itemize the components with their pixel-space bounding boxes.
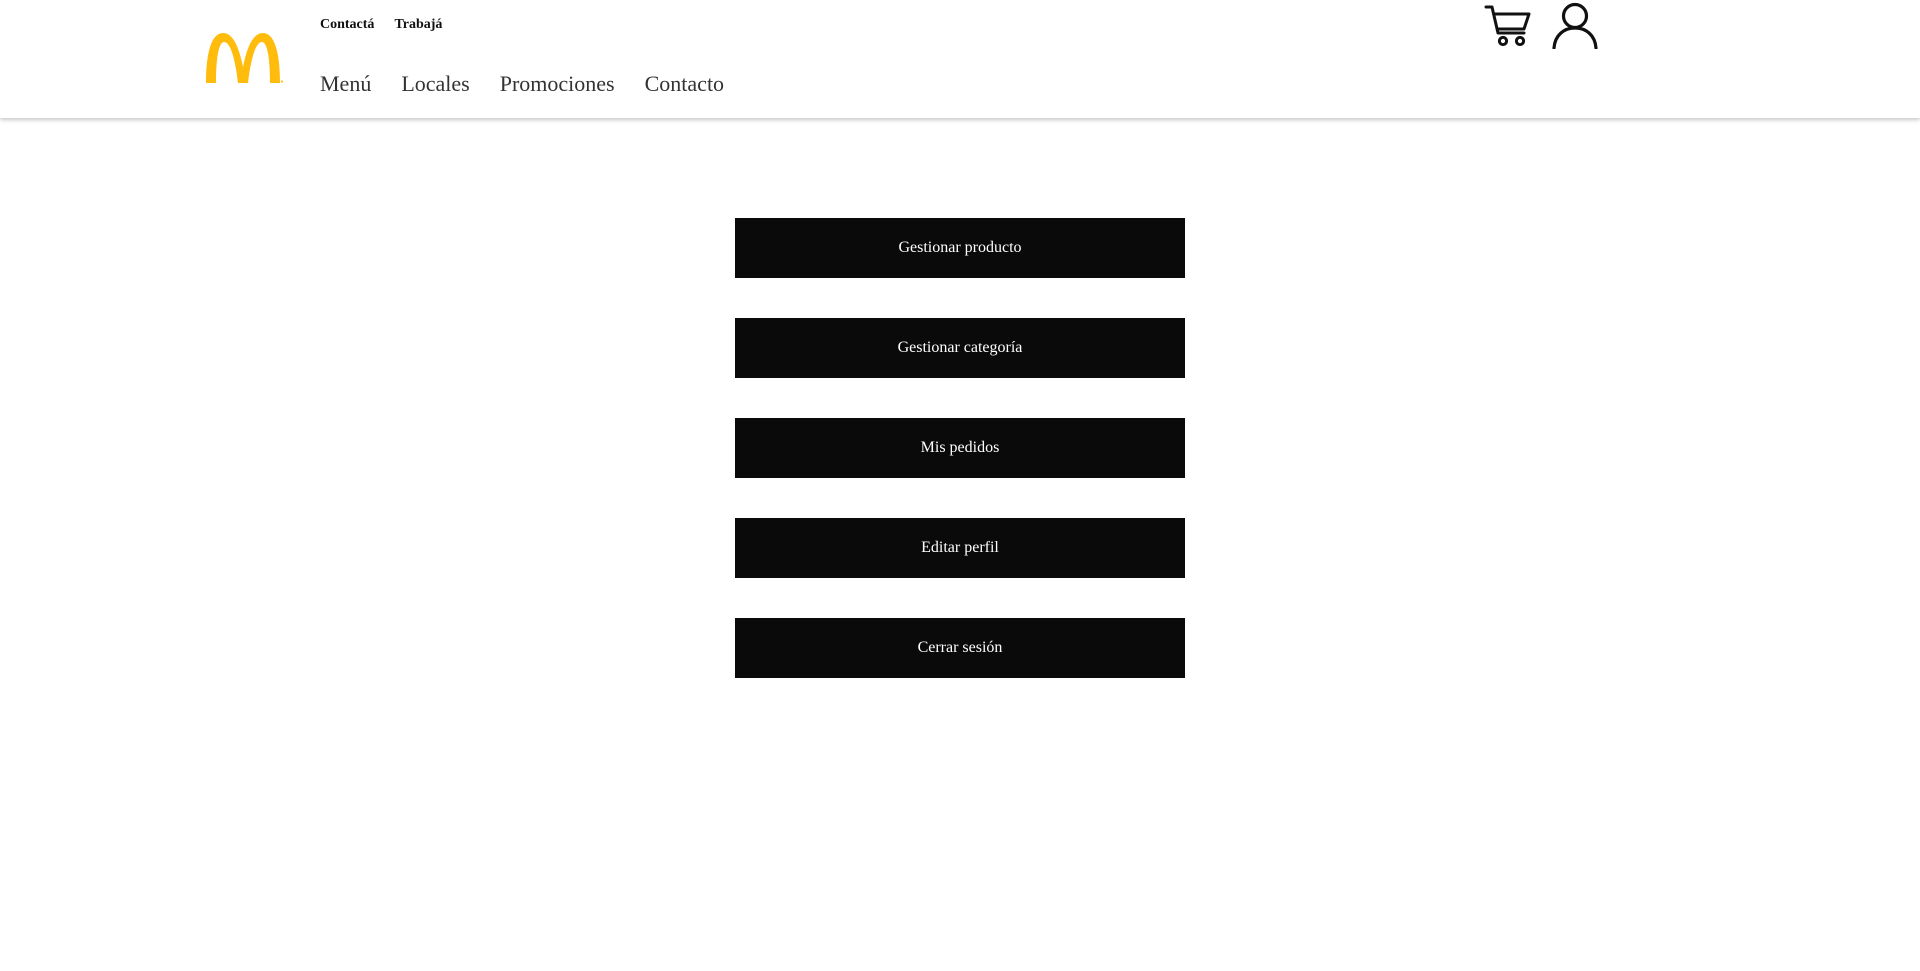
editar-perfil-button[interactable]: Editar perfil <box>735 518 1185 578</box>
cerrar-sesion-button[interactable]: Cerrar sesión <box>735 618 1185 678</box>
contacta-link[interactable]: Contactá <box>320 17 374 33</box>
nav-item-locales[interactable]: Locales <box>401 71 469 97</box>
account-actions-menu: Gestionar producto Gestionar categoría M… <box>735 218 1185 718</box>
trabaja-link[interactable]: Trabajá <box>394 17 442 33</box>
gestionar-categoria-button[interactable]: Gestionar categoría <box>735 318 1185 378</box>
main-nav: Menú Locales Promociones Contacto <box>320 71 724 97</box>
nav-item-promociones[interactable]: Promociones <box>500 71 615 97</box>
site-header: Contactá Trabajá Menú Locales Promocione… <box>0 0 1920 118</box>
shopping-cart-icon[interactable] <box>1484 3 1532 47</box>
nav-item-contacto[interactable]: Contacto <box>645 71 724 97</box>
nav-item-menu[interactable]: Menú <box>320 71 371 97</box>
mis-pedidos-button[interactable]: Mis pedidos <box>735 418 1185 478</box>
mcdonalds-logo[interactable] <box>204 29 284 85</box>
utility-nav: Contactá Trabajá <box>320 17 442 33</box>
user-account-icon[interactable] <box>1551 1 1599 49</box>
gestionar-producto-button[interactable]: Gestionar producto <box>735 218 1185 278</box>
